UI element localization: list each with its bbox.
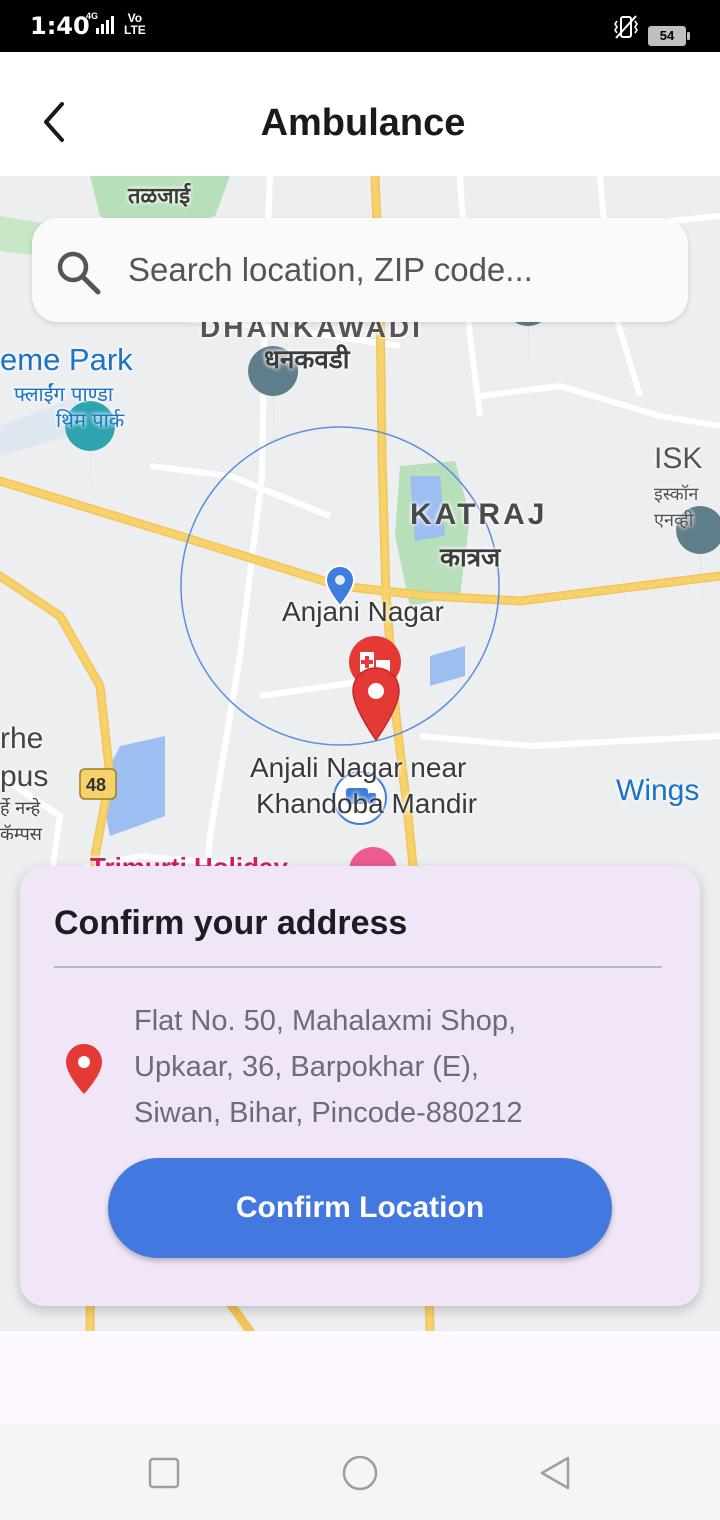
- map-label-theme-park-hi1: फ्लाईंग पाण्डा: [14, 382, 114, 406]
- selected-location-pin-icon[interactable]: [350, 666, 402, 742]
- map-label-rhe: rhe: [0, 722, 44, 755]
- triangle-back-icon[interactable]: [536, 1453, 576, 1493]
- map-label-isk: ISK: [654, 442, 703, 475]
- search-bar[interactable]: [32, 218, 688, 322]
- map-label-rhe-hi1: र्हे नन्हे: [0, 798, 41, 819]
- volte-indicator: Vo LTE: [124, 12, 146, 36]
- location-pin-icon: [66, 1044, 102, 1094]
- map-label-theme-park-hi2: थिम पार्क: [56, 408, 125, 432]
- map-label-wings: Wings: [616, 774, 700, 807]
- signal-icon: [96, 16, 114, 34]
- map-label-rhe-hi2: कॅम्पस: [0, 824, 42, 845]
- highway-48-label: 48: [86, 775, 107, 795]
- page-title: Ambulance: [260, 102, 466, 144]
- search-icon: [57, 251, 101, 295]
- battery-icon: 54: [648, 26, 690, 46]
- circle-icon[interactable]: [340, 1453, 380, 1493]
- square-icon[interactable]: [144, 1453, 184, 1493]
- volte-bottom: LTE: [124, 23, 146, 37]
- address-text: Flat No. 50, Mahalaxmi Shop, Upkaar, 36,…: [134, 998, 654, 1136]
- status-time: 1:40: [30, 12, 90, 40]
- map-label-katraj: KATRAJ: [410, 498, 548, 531]
- address-confirm-card: Confirm your address Flat No. 50, Mahala…: [20, 866, 700, 1306]
- address-line-3: Siwan, Bihar, Pincode-880212: [134, 1097, 523, 1129]
- app-bar: Ambulance: [0, 52, 720, 176]
- system-nav-bar: [0, 1423, 720, 1520]
- map-label-isk-hi2: एनव्ही: [654, 510, 694, 531]
- search-input[interactable]: [128, 240, 668, 300]
- address-line-2: Upkaar, 36, Barpokhar (E),: [134, 1051, 479, 1083]
- map-label-pus: pus: [0, 760, 49, 793]
- current-location-pin-icon: [324, 564, 356, 608]
- map-label-theme-park: eme Park: [0, 342, 133, 377]
- map-label-talajai: तळजाई: [128, 184, 191, 209]
- confirm-location-button[interactable]: Confirm Location: [108, 1158, 612, 1258]
- map-label-isk-hi1: इस्कॉन: [654, 484, 699, 505]
- screen: 1:40 4G Vo LTE 54 Ambulance तळजाई DHANKA…: [0, 0, 720, 1520]
- bottom-spacer: [0, 1331, 720, 1423]
- card-divider: [54, 966, 662, 968]
- status-bar: 1:40 4G Vo LTE 54: [0, 0, 720, 52]
- map-label-katraj-hi: कात्रज: [440, 543, 501, 573]
- map-label-anjali-nagar-1: Anjali Nagar near: [250, 752, 467, 783]
- vibrate-icon: [614, 15, 638, 39]
- card-title: Confirm your address: [54, 904, 408, 942]
- map-label-anjani-nagar: Anjani Nagar: [282, 596, 444, 627]
- map-label-anjali-nagar-2: Khandoba Mandir: [256, 788, 478, 819]
- map-label-dhankawadi-hi: धनकवडी: [264, 345, 350, 375]
- address-line-1: Flat No. 50, Mahalaxmi Shop,: [134, 1005, 517, 1037]
